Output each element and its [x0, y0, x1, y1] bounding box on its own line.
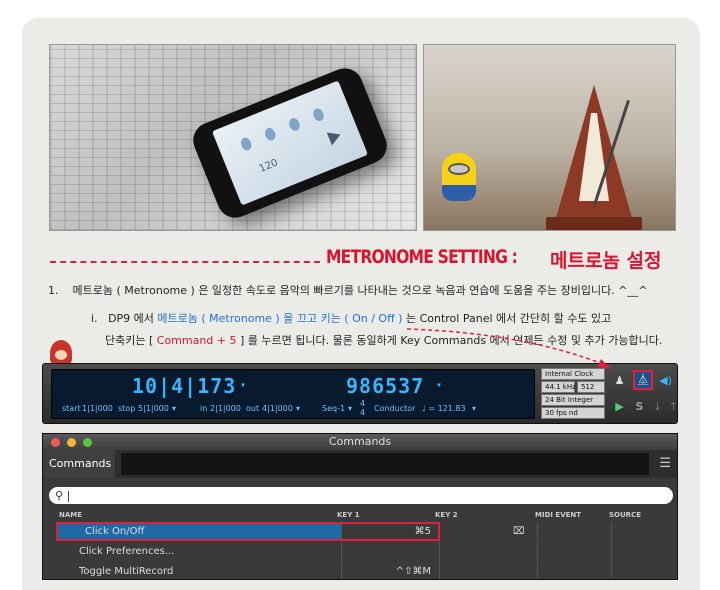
sequence-selector[interactable]: Seq-1	[322, 404, 345, 413]
step-text-suffix: 는 Control Panel 에서 간단히 할 수도 있고	[402, 312, 612, 325]
heading-korean: 메트로놈 설정	[550, 250, 662, 272]
solo-icon[interactable]: S	[631, 398, 648, 415]
column-divider	[611, 522, 612, 541]
speaker-icon[interactable]: ◀)	[657, 372, 674, 389]
buffer-size-select[interactable]: 512	[577, 381, 605, 393]
column-divider	[341, 562, 342, 579]
sequence-dropdown-icon[interactable]: ▾	[348, 404, 352, 413]
column-header-midi-event[interactable]: MIDI EVENT	[535, 511, 581, 519]
tab-commands[interactable]: Commands	[43, 450, 115, 478]
rate-buffer-row: 44.1 kHz 512	[541, 381, 605, 393]
frame-rate-select[interactable]: 30 fps nd	[541, 407, 605, 419]
metronome-toggle-icon[interactable]: ⏅	[633, 370, 653, 390]
window-titlebar: Commands	[43, 434, 677, 450]
start-label: start	[62, 404, 81, 413]
bit-depth-select[interactable]: 24 Bit Integer	[541, 394, 605, 406]
punch-out-icon[interactable]: ↑	[665, 398, 682, 415]
table-row[interactable]: Click Preferences...	[49, 542, 673, 561]
step-number: i.	[91, 312, 98, 325]
beat-dot	[287, 116, 302, 133]
counter-dropdown-icon[interactable]: ▾	[240, 380, 247, 391]
samples-dropdown-icon[interactable]: ▾	[436, 380, 443, 391]
photo-phone-metronome-app: 120	[49, 44, 417, 231]
sync-icon[interactable]: ▶	[611, 398, 628, 415]
step-1: 1. 메트로놈 ( Metronome ) 은 일정한 속도로 음악의 빠르기를…	[48, 282, 648, 298]
in-label: in	[200, 404, 208, 413]
photo-mechanical-metronome	[423, 44, 676, 231]
column-divider	[341, 542, 342, 561]
stop-label: stop	[118, 404, 136, 413]
minion-overalls	[442, 185, 476, 201]
step-text: 메트로놈 ( Metronome ) 은 일정한 속도로 음악의 빠르기를 나타…	[72, 284, 648, 297]
sample-counter[interactable]: 986537	[346, 374, 424, 398]
hamburger-menu-icon[interactable]: ☰	[659, 456, 671, 471]
metronome-base	[546, 217, 642, 230]
column-divider	[611, 542, 612, 561]
heading-dashed-rule	[50, 261, 320, 263]
text-cursor: |	[66, 489, 71, 502]
conductor-label[interactable]: Conductor	[374, 404, 415, 413]
out-dropdown-icon[interactable]: ▾	[296, 404, 300, 413]
bar-beat-counter[interactable]: 10|4|173	[132, 374, 236, 398]
start-value[interactable]: 1|1|000	[82, 404, 113, 413]
column-divider	[537, 522, 538, 541]
stop-value[interactable]: 5|1|000	[138, 404, 169, 413]
column-divider	[537, 562, 538, 579]
step-1-i: i. DP9 에서 메트로놈 ( Metronome ) 을 끄고 키는 ( O…	[91, 310, 611, 326]
minion-figure	[442, 153, 476, 201]
step-text-suffix: ] 를 누르면 됩니다. 물론 동일하게 Key Commands 에서 언제든…	[236, 334, 663, 347]
transport-display: 10|4|173 ▾ 986537 ▾ start 1|1|000 stop 5…	[51, 369, 535, 419]
punch-in-icon[interactable]: ↓	[649, 398, 666, 415]
selected-row-highlight	[56, 522, 440, 541]
countoff-icon[interactable]: ♟	[611, 372, 628, 389]
step-text-prefix: 단축키는 [	[105, 334, 157, 347]
heading-english: METRONOME SETTING :	[326, 246, 518, 268]
phone-tempo: 120	[257, 157, 280, 175]
column-divider	[439, 562, 440, 579]
step-1-i-continued: 단축키는 [ Command + 5 ] 를 누르면 됩니다. 물론 동일하게 …	[105, 332, 662, 348]
mascot-face	[55, 350, 67, 360]
column-header-source[interactable]: SOURCE	[609, 511, 641, 519]
out-value[interactable]: 4|1|000	[262, 404, 293, 413]
tempo-dropdown-icon[interactable]: ▾	[472, 404, 476, 413]
tab-area	[121, 453, 649, 475]
search-icon: ⚲	[55, 489, 64, 502]
shortcut-text: Command + 5	[156, 334, 237, 347]
step-text-highlight: 메트로놈 ( Metronome ) 을 끄고 키는 ( On / Off )	[157, 312, 403, 325]
tab-bar: Commands ☰	[43, 450, 677, 478]
window-title: Commands	[328, 435, 392, 448]
engine-settings: Internal Clock 44.1 kHz 512 24 Bit Integ…	[541, 368, 605, 420]
in-value[interactable]: 2|1|000	[210, 404, 241, 413]
play-icon	[326, 127, 344, 146]
command-name: Click Preferences...	[79, 546, 175, 557]
column-header-name[interactable]: NAME	[59, 511, 82, 519]
section-heading: METRONOME SETTING : 메트로놈 설정	[326, 246, 662, 272]
out-label: out	[246, 404, 260, 413]
column-divider	[611, 562, 612, 579]
sample-rate-select[interactable]: 44.1 kHz	[541, 381, 576, 393]
keyboard-icon[interactable]: ⌧	[513, 522, 525, 541]
column-divider	[537, 542, 538, 561]
clock-source-select[interactable]: Internal Clock	[541, 368, 605, 380]
meter-top[interactable]: 4	[360, 399, 365, 408]
beat-dot	[311, 106, 326, 123]
tempo-value[interactable]: ♩ = 121.83	[422, 404, 466, 413]
column-divider	[439, 542, 440, 561]
beat-dot	[239, 136, 254, 152]
step-text-prefix: DP9 에서	[108, 312, 158, 325]
stop-dropdown-icon[interactable]: ▾	[172, 404, 176, 413]
minion-goggle	[448, 163, 470, 175]
column-header-key1[interactable]: KEY 1	[337, 511, 360, 519]
search-input[interactable]: ⚲ |	[49, 487, 673, 504]
control-panel: 10|4|173 ▾ 986537 ▾ start 1|1|000 stop 5…	[42, 363, 678, 424]
meter-bottom[interactable]: 4	[360, 408, 365, 417]
command-name: Toggle MultiRecord	[79, 566, 174, 577]
beat-dot	[263, 126, 278, 143]
column-header-key2[interactable]: KEY 2	[435, 511, 458, 519]
step-number: 1.	[48, 284, 59, 297]
command-key1[interactable]: ^⇧⌘M	[341, 562, 437, 579]
commands-window: Commands Commands ☰ ⚲ | NAME KEY 1 KEY 2…	[42, 433, 678, 580]
table-row[interactable]: Toggle MultiRecord ^⇧⌘M	[49, 562, 673, 579]
